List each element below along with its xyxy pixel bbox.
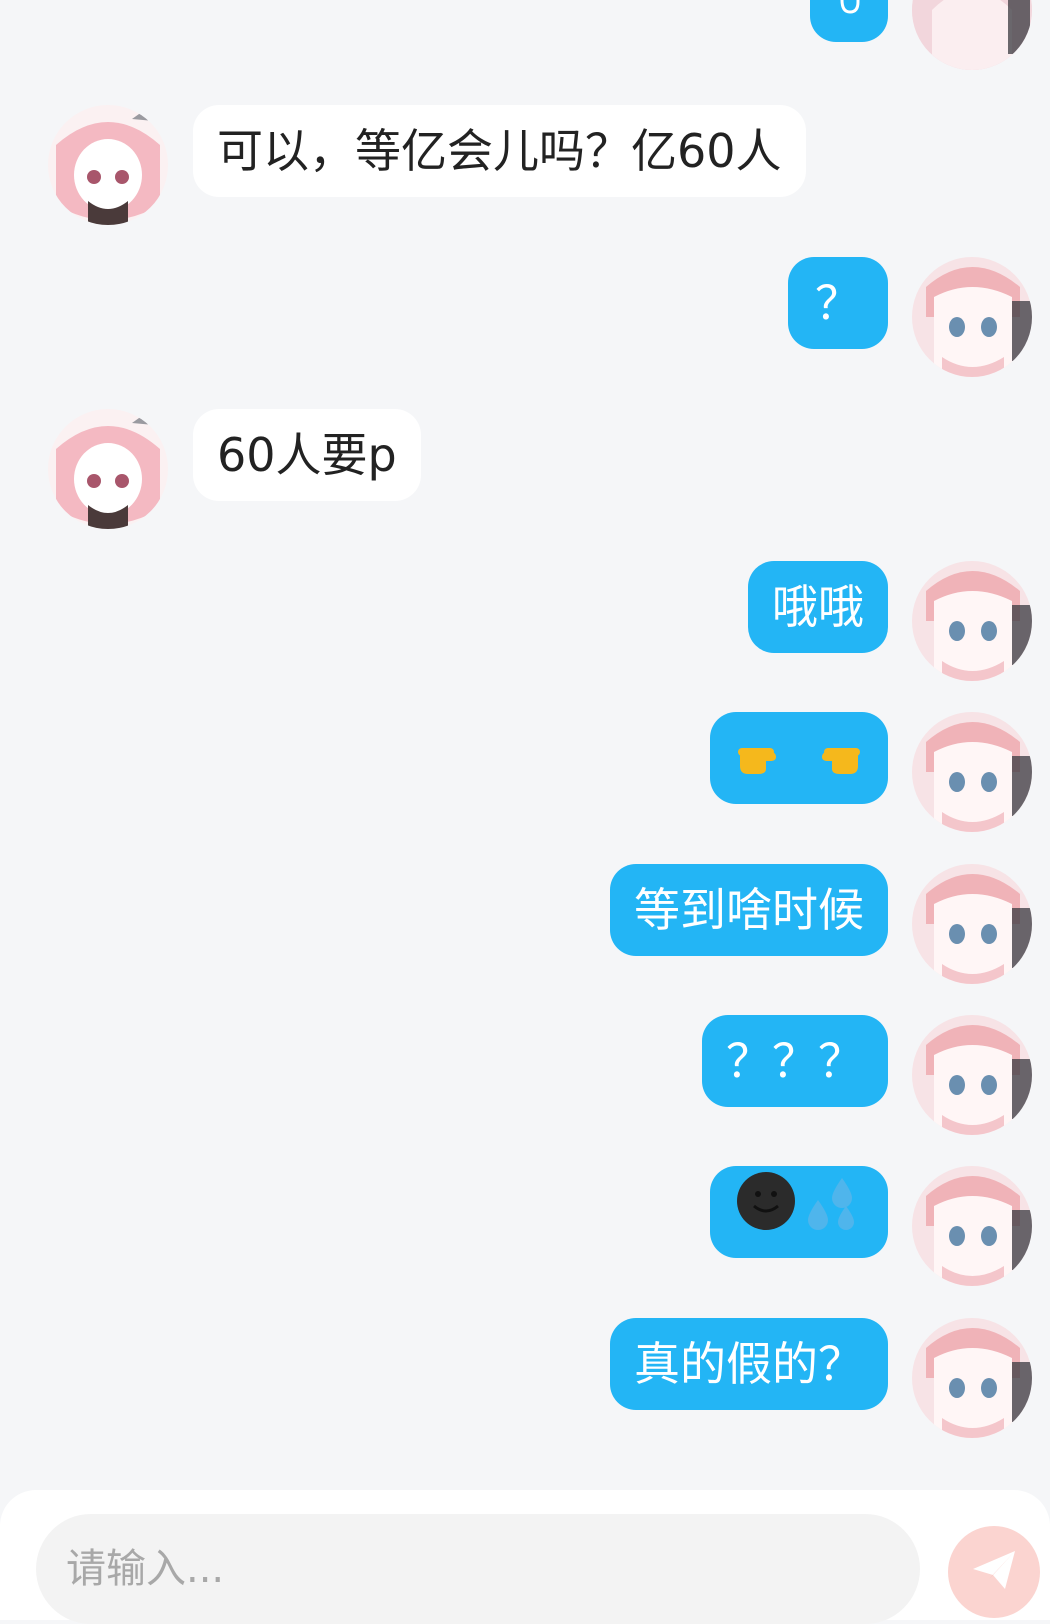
message-bubble-incoming[interactable]: 60人要p [193, 409, 421, 501]
pointing-hands-emoji [734, 716, 864, 808]
message-text: 可以，等亿会儿吗？亿60人 [217, 124, 782, 178]
user-avatar[interactable] [912, 1166, 1032, 1286]
message-text: ？？？ [726, 1034, 864, 1088]
message-bubble-outgoing[interactable] [710, 712, 888, 804]
user-avatar[interactable] [912, 0, 1032, 70]
contact-avatar[interactable] [48, 105, 168, 225]
chat-message-list[interactable]: 可以，等亿会儿吗？亿60人 ？ 60人要p 哦哦 等到啥时候 ？？？ 真的假的？ [0, 0, 1050, 1490]
message-bubble-outgoing[interactable]: ？ [788, 257, 888, 349]
message-bubble-incoming[interactable]: 可以，等亿会儿吗？亿60人 [193, 105, 806, 197]
message-text: 真的假的？ [634, 1337, 864, 1391]
user-avatar[interactable] [912, 1015, 1032, 1135]
message-bubble-outgoing[interactable] [810, 0, 888, 42]
message-bubble-outgoing[interactable]: 真的假的？ [610, 1318, 888, 1410]
user-avatar[interactable] [912, 561, 1032, 681]
message-text: 60人要p [217, 428, 397, 482]
message-input[interactable] [36, 1514, 920, 1624]
user-avatar[interactable] [912, 257, 1032, 377]
message-composer [0, 1490, 1050, 1624]
user-avatar[interactable] [912, 1318, 1032, 1438]
message-bubble-outgoing[interactable]: 哦哦 [748, 561, 888, 653]
contact-avatar[interactable] [48, 409, 168, 529]
send-button[interactable] [948, 1526, 1040, 1618]
user-avatar[interactable] [912, 864, 1032, 984]
message-bubble-outgoing[interactable] [710, 1166, 888, 1258]
send-icon [969, 1545, 1019, 1599]
message-text: ？ [815, 276, 861, 330]
message-bubble-outgoing[interactable]: 等到啥时候 [610, 864, 888, 956]
dark-smile-sweat-emoji [734, 1170, 864, 1262]
message-bubble-outgoing[interactable]: ？？？ [702, 1015, 888, 1107]
message-text: 等到啥时候 [634, 883, 864, 937]
message-text: 哦哦 [772, 580, 864, 634]
user-avatar[interactable] [912, 712, 1032, 832]
hand-emoji [834, 0, 864, 46]
